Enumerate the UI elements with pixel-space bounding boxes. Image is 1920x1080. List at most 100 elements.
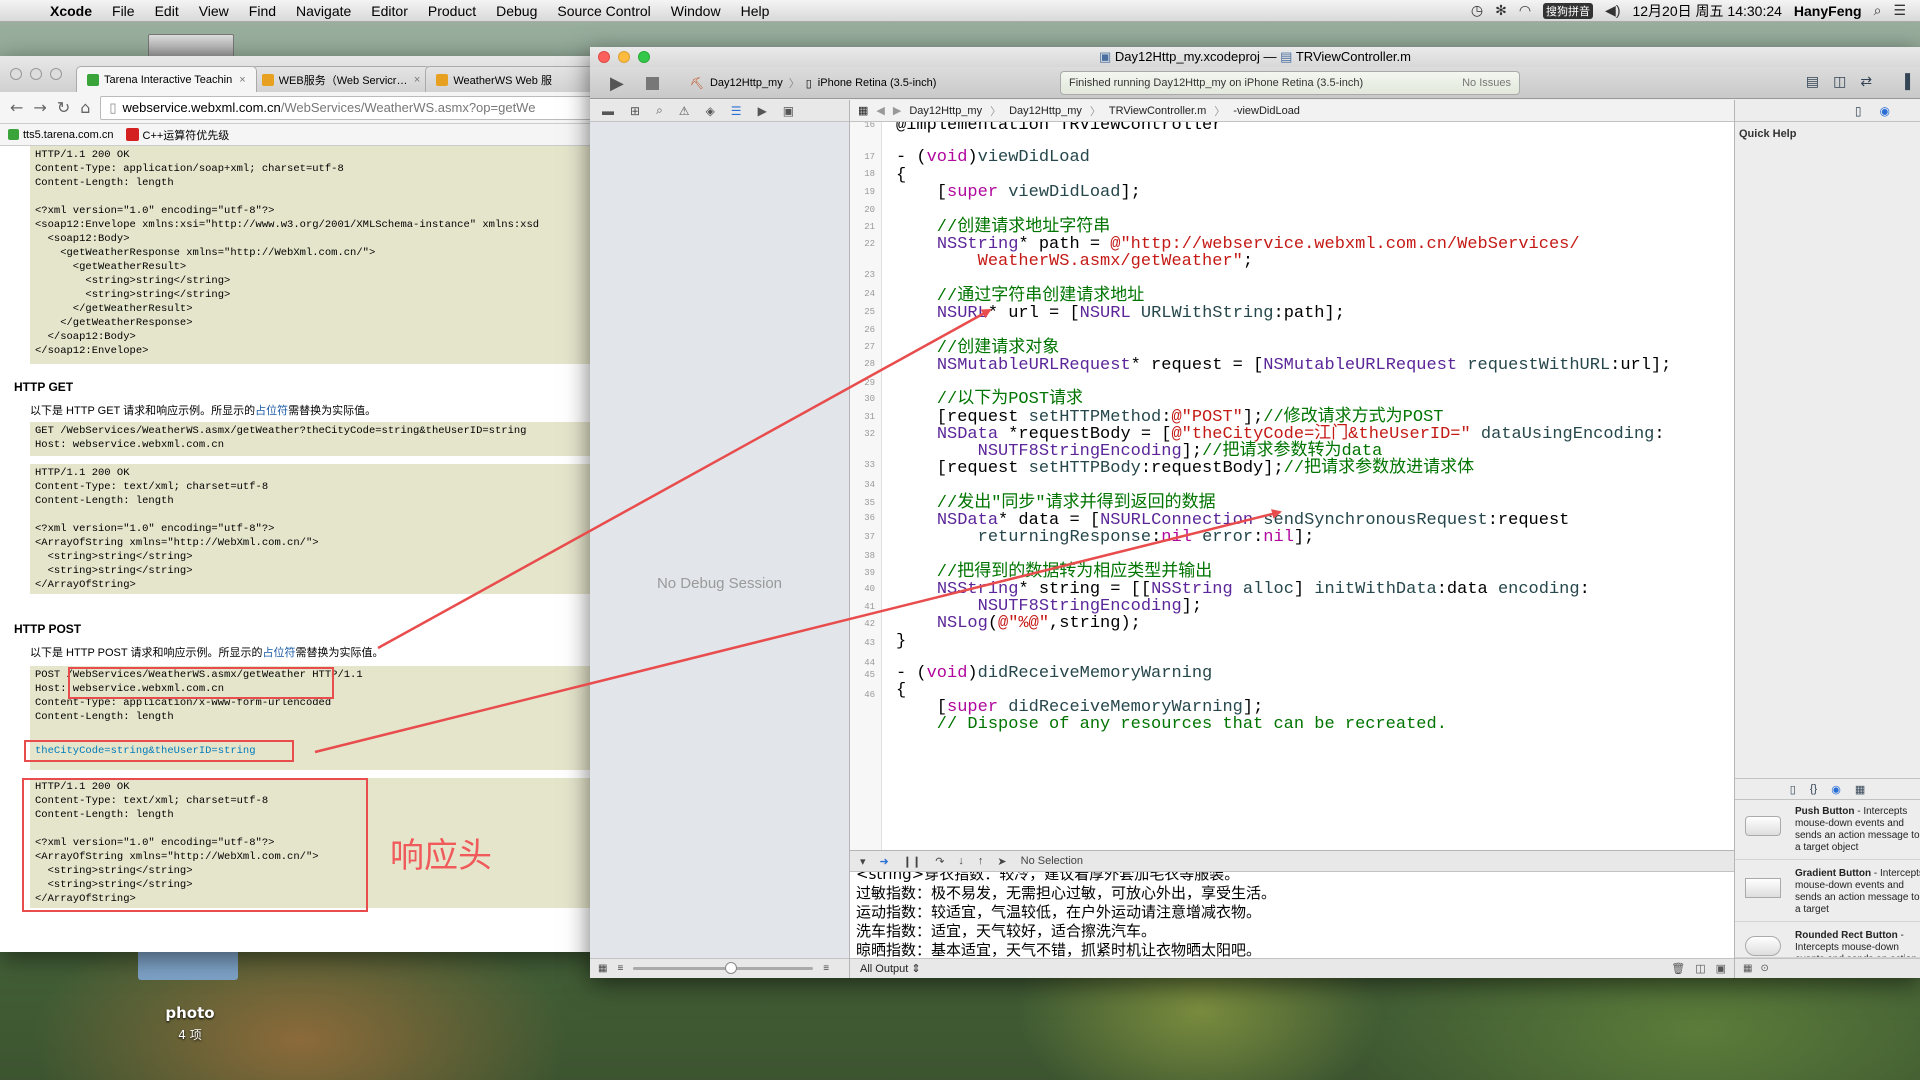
menu-navigate[interactable]: Navigate	[286, 3, 361, 19]
scheme-selector[interactable]: ⛏ Day12Http_my 〉 ▯ iPhone Retina (3.5-in…	[690, 75, 936, 91]
warning-icon[interactable]: ⚠	[679, 104, 690, 118]
run-button[interactable]: ▶	[610, 73, 624, 94]
menu-source-control[interactable]: Source Control	[547, 3, 660, 19]
menu-editor[interactable]: Editor	[361, 3, 418, 19]
source-editor[interactable]: 16 17 18 19 20 21 22 23 24 25 26 27 28 29 30 31 32 33 34 35…	[850, 122, 1734, 850]
menu-file[interactable]: File	[102, 3, 145, 19]
close-tab-icon[interactable]: ×	[414, 74, 420, 86]
folder-icon[interactable]: ▬	[602, 104, 614, 118]
thread-slider[interactable]	[633, 962, 814, 974]
close-window-button[interactable]	[598, 51, 610, 63]
step-into-icon[interactable]: ↓	[958, 855, 964, 867]
version-editor-icon[interactable]: ⇄	[1860, 73, 1872, 90]
list-icon[interactable]: ≡	[823, 963, 829, 974]
close-tab-icon[interactable]: ×	[239, 74, 245, 86]
bookmark-item[interactable]: C++运算符优先级	[125, 127, 229, 143]
media-library-icon[interactable]: ▦	[1855, 783, 1865, 796]
log-icon[interactable]: ▣	[783, 104, 794, 118]
spotlight-search-icon[interactable]: ⌕	[1874, 2, 1882, 19]
trash-icon[interactable]: 🗑	[1671, 962, 1685, 975]
standard-editor-icon[interactable]: ▤	[1806, 73, 1819, 90]
minimize-window-button[interactable]	[30, 68, 42, 80]
menu-view[interactable]: View	[189, 3, 239, 19]
hide-debug-area-icon[interactable]: ▾	[860, 855, 866, 868]
pause-icon[interactable]: ❙❙	[903, 855, 921, 868]
placeholder-link[interactable]: 占位符	[255, 405, 288, 417]
zoom-window-button[interactable]	[638, 51, 650, 63]
window-controls	[598, 51, 650, 63]
quick-help-icon[interactable]: ◉	[1880, 104, 1890, 118]
output-filter-select[interactable]: All Output ⇕	[860, 962, 921, 975]
stop-button[interactable]	[646, 77, 659, 90]
notification-center-icon[interactable]: ☰	[1893, 2, 1906, 19]
address-bar[interactable]: ▯ webservice.webxml.com.cn /WebServices/…	[100, 95, 600, 120]
menu-product[interactable]: Product	[418, 3, 486, 19]
related-items-icon[interactable]: ▦	[858, 104, 868, 117]
minimize-window-button[interactable]	[618, 51, 630, 63]
navigator-toggle-icon[interactable]: ▐	[1900, 73, 1910, 90]
browser-tab[interactable]: Tarena Interactive Teachin ×	[76, 66, 257, 92]
time-machine-icon[interactable]: ◷	[1471, 2, 1483, 19]
step-out-icon[interactable]: ↑	[978, 855, 984, 867]
console-view-icon[interactable]: ▣	[1716, 962, 1726, 975]
library-item[interactable]: Rounded Rect Button - Intercepts mouse-d…	[1735, 924, 1920, 958]
test-icon[interactable]: ◈	[706, 104, 715, 118]
drive-icon[interactable]	[148, 34, 234, 58]
object-library-icon[interactable]: ◉	[1831, 783, 1841, 796]
debug-bar: ▾ ➜ ❙❙ ↷ ↓ ↑ ➤ No Selection	[850, 850, 1734, 872]
bluetooth-icon[interactable]: ✻	[1495, 2, 1507, 19]
zoom-window-button[interactable]	[50, 68, 62, 80]
debug-console[interactable]: <string>穿衣指数：较冷，建议着厚外套加毛衣等服装。 过敏指数：极不易发，…	[850, 872, 1734, 958]
folder-name[interactable]: photo	[150, 1004, 230, 1022]
placeholder-link[interactable]: 占位符	[262, 647, 295, 659]
forward-arrow-icon[interactable]: →	[33, 98, 46, 117]
menu-window[interactable]: Window	[661, 3, 731, 19]
input-method-menu[interactable]: 搜狗拼音	[1543, 2, 1594, 19]
file-template-icon[interactable]: ▯	[1790, 783, 1796, 796]
back-arrow-icon[interactable]: ←	[10, 98, 23, 117]
library-filter-bar: ▦ ⊙	[1735, 958, 1920, 978]
menu-debug[interactable]: Debug	[486, 3, 547, 19]
forward-arrow-icon[interactable]: ▶	[893, 104, 901, 117]
assistant-editor-icon[interactable]: ◫	[1833, 73, 1846, 90]
menu-app-name[interactable]: Xcode	[40, 3, 102, 19]
jump-item[interactable]: Day12Http_my	[1009, 105, 1082, 117]
wifi-icon[interactable]: ◠	[1519, 2, 1531, 19]
jump-item[interactable]: TRViewController.m	[1109, 105, 1206, 117]
library-item[interactable]: Gradient Button - Intercepts mouse-down …	[1735, 862, 1920, 922]
browser-tab[interactable]: WeatherWS Web 服	[425, 66, 600, 92]
symbol-icon[interactable]: ⊞	[630, 104, 640, 118]
jump-item[interactable]: -viewDidLoad	[1233, 105, 1300, 117]
step-over-icon[interactable]: ↷	[935, 855, 944, 868]
issues-count[interactable]: No Issues	[1462, 77, 1511, 89]
search-icon[interactable]: ⌕	[656, 103, 663, 118]
code-snippet-icon[interactable]: {}	[1810, 783, 1817, 795]
home-icon[interactable]: ⌂	[80, 98, 90, 117]
bookmark-item[interactable]: tts5.tarena.com.cn	[8, 129, 114, 141]
menu-clock[interactable]: 12月20日 周五 14:30:24	[1632, 1, 1781, 21]
browser-tab[interactable]: WEB服务（Web Servicrs） ×	[250, 66, 432, 92]
library-item[interactable]: Push Button - Intercepts mouse-down even…	[1735, 800, 1920, 860]
menu-user[interactable]: HanyFeng	[1794, 3, 1862, 19]
menu-help[interactable]: Help	[731, 3, 780, 19]
breakpoints-toggle-icon[interactable]: ➜	[880, 855, 889, 868]
volume-icon[interactable]: ◀)	[1605, 2, 1620, 19]
breakpoint-icon[interactable]: ▶	[758, 104, 767, 118]
inspector-tabs: ▯ ◉	[1735, 100, 1920, 122]
back-arrow-icon[interactable]: ◀	[876, 104, 884, 117]
debug-icon[interactable]: ☰	[731, 104, 742, 118]
jump-item[interactable]: Day12Http_my	[909, 105, 982, 117]
search-icon[interactable]: ⊙	[1760, 963, 1768, 974]
xcode-window: ▣ Day12Http_my.xcodeproj — ▤ TRViewContr…	[590, 47, 1920, 978]
menu-edit[interactable]: Edit	[145, 3, 189, 19]
list-icon[interactable]: ≡	[617, 963, 623, 974]
file-inspector-icon[interactable]: ▯	[1855, 104, 1862, 118]
close-window-button[interactable]	[10, 68, 22, 80]
location-icon[interactable]: ➤	[997, 855, 1006, 868]
grid-icon[interactable]: ▦	[598, 963, 607, 974]
grid-icon[interactable]: ▦	[1743, 963, 1752, 974]
slider-knob[interactable]	[725, 962, 738, 974]
split-view-icon[interactable]: ◫	[1695, 962, 1705, 975]
menu-find[interactable]: Find	[239, 3, 286, 19]
reload-icon[interactable]: ↻	[57, 98, 70, 117]
